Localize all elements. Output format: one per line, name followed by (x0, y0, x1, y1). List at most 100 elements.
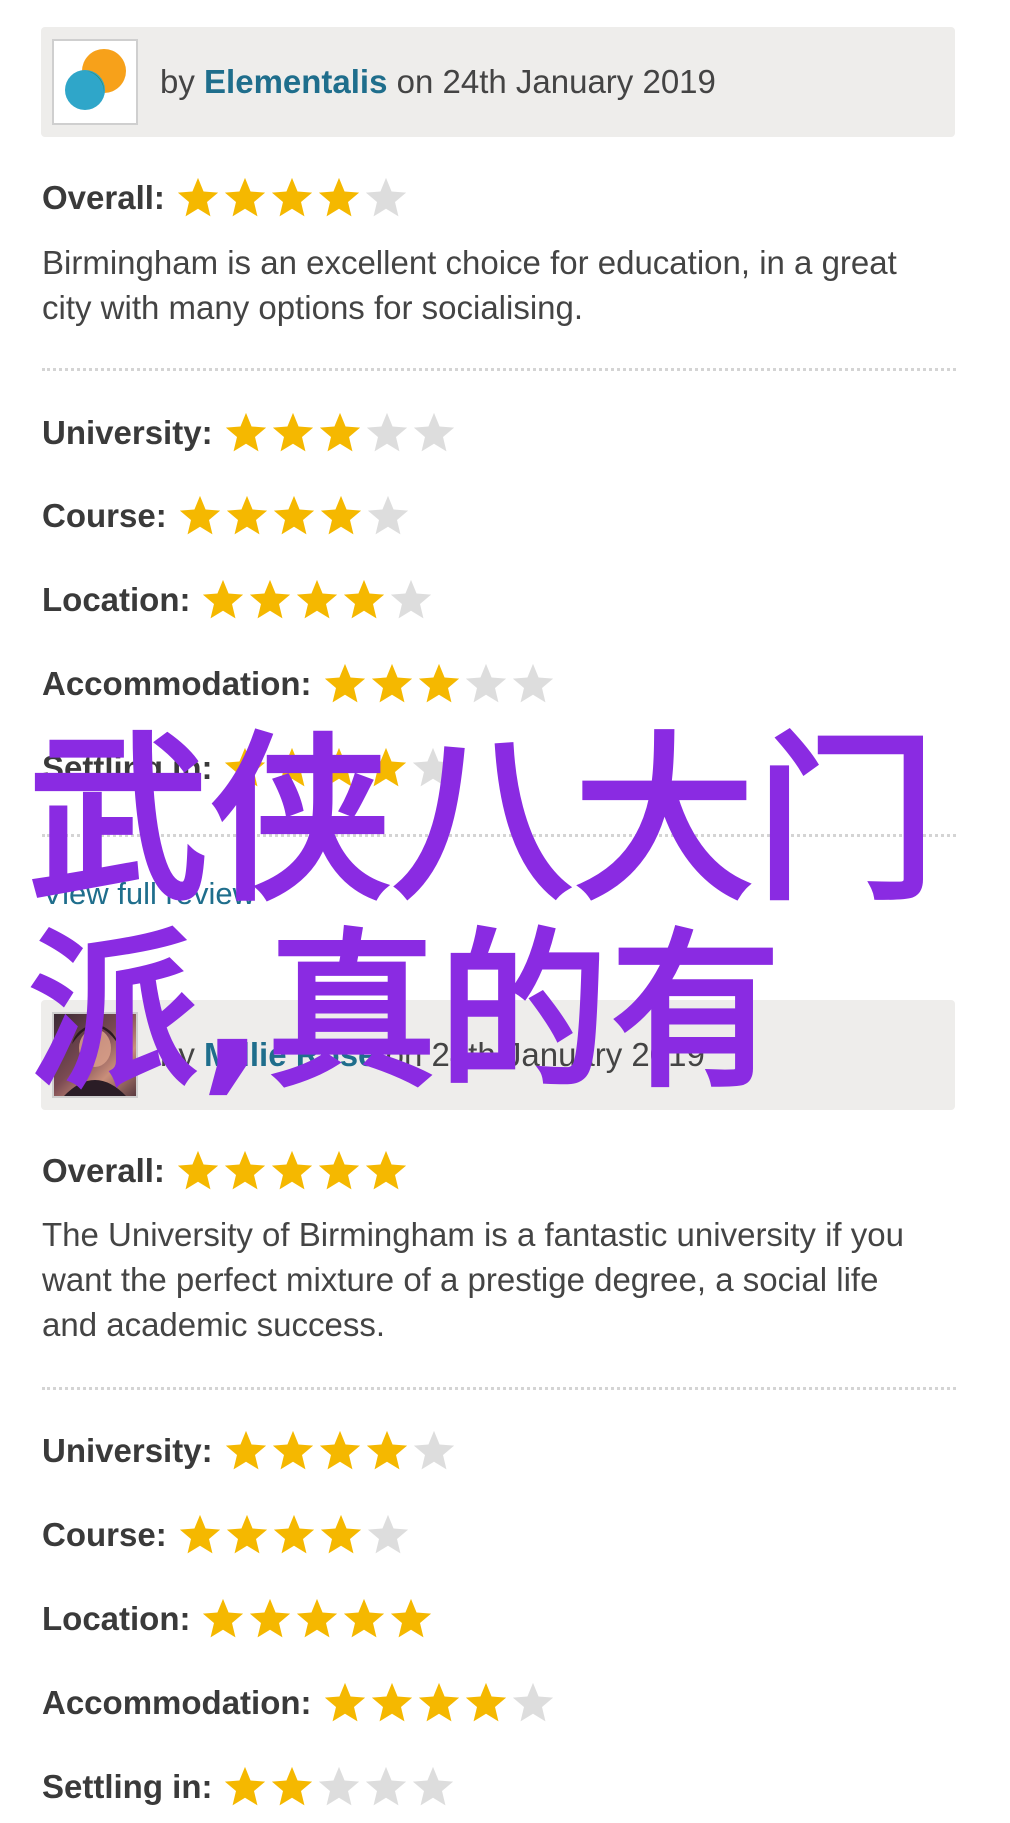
star-rating (200, 577, 435, 623)
accommodation-rating-row: Accommodation: (42, 1675, 557, 1731)
star-filled-icon (297, 579, 338, 619)
star-filled-icon (273, 1514, 314, 1554)
star-filled-icon (319, 1430, 360, 1470)
star-filled-icon (225, 1430, 266, 1470)
star-rating (222, 1764, 457, 1810)
star-filled-icon (344, 1598, 385, 1638)
review-text: The University of Birmingham is a fantas… (42, 1216, 904, 1343)
star-filled-icon (271, 1150, 313, 1190)
star-filled-icon (418, 1682, 459, 1722)
star-empty-icon (512, 1682, 553, 1722)
review-header: by Elementalis on 24th January 2019 (41, 27, 955, 137)
star-filled-icon (465, 1682, 506, 1722)
star-empty-icon (391, 579, 432, 619)
star-filled-icon (365, 1150, 407, 1190)
star-rating (177, 493, 412, 539)
rating-label: Course: (42, 497, 167, 534)
overall-rating-row: Overall: (42, 1143, 410, 1199)
star-filled-icon (318, 1150, 360, 1190)
rating-label: Overall: (42, 179, 165, 216)
university-rating-row: University: (42, 405, 458, 461)
star-filled-icon (250, 1598, 291, 1638)
star-empty-icon (413, 1430, 454, 1470)
star-filled-icon (177, 1150, 219, 1190)
review-byline: by Elementalis on 24th January 2019 (160, 63, 716, 101)
star-rating (175, 175, 410, 221)
rating-label: Overall: (42, 1152, 165, 1189)
star-filled-icon (225, 412, 266, 452)
star-filled-icon (320, 1514, 361, 1554)
divider (42, 368, 956, 371)
author-link[interactable]: Elementalis (204, 63, 387, 100)
star-filled-icon (272, 1766, 313, 1806)
star-rating (322, 1680, 557, 1726)
star-filled-icon (224, 177, 266, 217)
rating-label: Course: (42, 1516, 167, 1553)
rating-label: University: (42, 1432, 213, 1469)
review-date: on 24th January 2019 (396, 63, 716, 100)
star-filled-icon (344, 579, 385, 619)
star-empty-icon (512, 663, 553, 703)
rating-label: University: (42, 414, 213, 451)
divider (42, 1387, 956, 1390)
course-rating-row: Course: (42, 1507, 412, 1563)
star-empty-icon (366, 412, 407, 452)
star-rating (223, 1428, 458, 1474)
star-filled-icon (319, 412, 360, 452)
reviews-page: by Elementalis on 24th January 2019 Over… (0, 0, 1010, 1823)
star-filled-icon (297, 1598, 338, 1638)
star-filled-icon (203, 579, 244, 619)
rating-label: Accommodation: (42, 665, 312, 702)
star-filled-icon (318, 177, 360, 217)
star-empty-icon (319, 1766, 360, 1806)
star-filled-icon (177, 177, 219, 217)
star-empty-icon (366, 1766, 407, 1806)
star-rating (175, 1148, 410, 1194)
star-filled-icon (224, 1150, 266, 1190)
location-rating-row: Location: (42, 1591, 435, 1647)
star-empty-icon (413, 1766, 454, 1806)
by-prefix: by (160, 63, 195, 100)
university-rating-row: University: (42, 1423, 458, 1479)
star-rating (223, 410, 458, 456)
star-filled-icon (225, 1766, 266, 1806)
rating-label: Accommodation: (42, 1684, 312, 1721)
star-filled-icon (179, 495, 220, 535)
overlay-title-line-1: 武侠八大门 (28, 717, 939, 926)
settling-in-rating-row: Settling in: (42, 1759, 457, 1815)
star-empty-icon (367, 1514, 408, 1554)
star-filled-icon (273, 495, 314, 535)
star-filled-icon (324, 1682, 365, 1722)
star-filled-icon (179, 1514, 220, 1554)
orange-blue-bubbles-avatar-icon (65, 49, 126, 110)
rating-label: Location: (42, 581, 191, 618)
star-filled-icon (250, 579, 291, 619)
star-filled-icon (272, 1430, 313, 1470)
star-filled-icon (391, 1598, 432, 1638)
location-rating-row: Location: (42, 572, 435, 628)
star-filled-icon (371, 1682, 412, 1722)
star-filled-icon (203, 1598, 244, 1638)
overall-rating-row: Overall: (42, 170, 410, 226)
overlay-title-line-2: 派,真的有 (28, 914, 783, 1112)
course-rating-row: Course: (42, 488, 412, 544)
review-text: Birmingham is an excellent choice for ed… (42, 244, 897, 326)
rating-label: Location: (42, 1600, 191, 1637)
avatar[interactable] (52, 39, 138, 125)
accommodation-rating-row: Accommodation: (42, 656, 557, 712)
star-filled-icon (226, 1514, 267, 1554)
star-filled-icon (324, 663, 365, 703)
star-filled-icon (371, 663, 412, 703)
star-filled-icon (320, 495, 361, 535)
star-filled-icon (366, 1430, 407, 1470)
star-empty-icon (367, 495, 408, 535)
star-filled-icon (418, 663, 459, 703)
star-rating (200, 1596, 435, 1642)
star-empty-icon (413, 412, 454, 452)
rating-label: Settling in: (42, 1768, 213, 1805)
star-filled-icon (271, 177, 313, 217)
star-rating (322, 661, 557, 707)
star-empty-icon (465, 663, 506, 703)
star-empty-icon (365, 177, 407, 217)
star-filled-icon (272, 412, 313, 452)
